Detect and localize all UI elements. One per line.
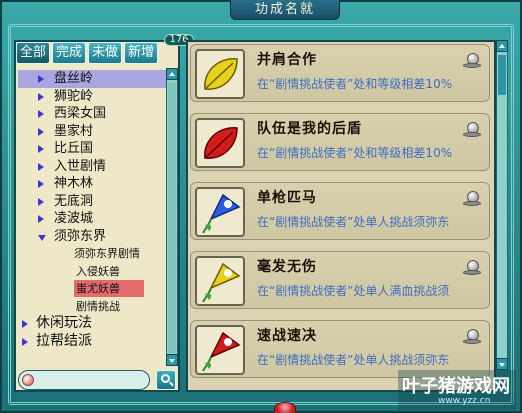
tree-item[interactable]: 拉帮结派 <box>18 333 168 351</box>
scroll-up-icon[interactable] <box>166 68 178 80</box>
morning-glory-icon <box>195 187 245 237</box>
achievement-desc: 在“剧情挑战使者”处和等级相差10% <box>257 77 453 91</box>
filter-tabs: 全部 完成 未做 新增 <box>16 42 159 64</box>
achievement-card[interactable]: 单枪匹马 在“剧情挑战使者”处单人挑战须弥东 <box>190 182 490 240</box>
achievement-desc: 在“剧情挑战使者”处和等级相差10% <box>257 146 453 160</box>
pin-icon[interactable] <box>463 122 481 140</box>
tree-item[interactable]: 凌波城 <box>18 210 168 228</box>
expand-right-icon <box>22 337 28 346</box>
watermark-title: 叶子猪游戏网 <box>402 376 510 397</box>
expand-right-icon <box>38 162 44 171</box>
achievement-desc: 在“剧情挑战使者”处单人满血挑战须 <box>257 284 450 298</box>
window-title: 功成名就 <box>230 0 340 20</box>
pearl-icon <box>22 374 34 386</box>
achievement-card[interactable]: 并肩合作 在“剧情挑战使者”处和等级相差10% <box>190 44 490 102</box>
expand-right-icon <box>38 110 44 118</box>
achievement-card[interactable]: 毫发无伤 在“剧情挑战使者”处单人满血挑战须 <box>190 251 490 309</box>
achievement-title: 速战速决 <box>257 328 317 344</box>
achievement-desc: 在“剧情挑战使者”处单人挑战须弥东 <box>257 215 450 229</box>
achievement-desc: 在“剧情挑战使者”处单人挑战须弥东 <box>257 353 450 367</box>
expand-right-icon <box>38 197 44 206</box>
pin-icon[interactable] <box>463 53 481 71</box>
tree-item[interactable]: 无底洞 <box>18 193 168 211</box>
expand-down-icon <box>38 234 46 241</box>
tree-item[interactable]: 西梁女国 <box>18 105 168 123</box>
tree-subitem[interactable]: 入侵妖兽 <box>18 263 168 281</box>
achievement-title: 单枪匹马 <box>257 190 317 206</box>
expand-right-icon <box>38 180 44 188</box>
tab-new[interactable]: 新增 <box>124 42 159 64</box>
achievement-title: 毫发无伤 <box>257 259 317 275</box>
category-tree: 盘丝岭 狮驼岭 西梁女国 墨家村 比丘国 入世剧情 神木林 无底洞 凌波城 须弥… <box>18 70 168 366</box>
tree-subitem[interactable]: 蚩尤妖兽 <box>18 280 168 298</box>
achievement-title: 并肩合作 <box>257 52 317 68</box>
expand-right-icon <box>22 320 28 328</box>
tab-all[interactable]: 全部 <box>16 42 51 64</box>
scroll-up-icon[interactable] <box>496 40 508 52</box>
achievement-title: 队伍是我的后盾 <box>257 121 362 137</box>
expand-right-icon <box>38 92 44 101</box>
tree-subitem[interactable]: 剧情挑战 <box>18 298 168 316</box>
tree-item[interactable]: 狮驼岭 <box>18 88 168 106</box>
scroll-thumb[interactable] <box>168 83 176 353</box>
tree-item[interactable]: 入世剧情 <box>18 158 168 176</box>
pin-icon[interactable] <box>463 329 481 347</box>
watermark-url: www.yzz.cn <box>438 396 491 406</box>
search-button[interactable] <box>156 370 176 390</box>
leaf-icon <box>195 49 245 99</box>
tree-item[interactable]: 休闲玩法 <box>18 315 168 333</box>
tree-item[interactable]: 盘丝岭 <box>18 70 168 88</box>
pin-icon[interactable] <box>463 260 481 278</box>
tree-subitem[interactable]: 须弥东界剧情 <box>18 245 168 263</box>
tab-not-done[interactable]: 未做 <box>88 42 123 64</box>
scroll-thumb[interactable] <box>498 55 506 95</box>
scroll-down-icon[interactable] <box>166 354 178 366</box>
achievement-scrollbar[interactable] <box>496 40 508 370</box>
morning-glory-icon <box>195 256 245 306</box>
tree-item[interactable]: 须弥东界 <box>18 228 168 246</box>
expand-right-icon <box>38 127 44 136</box>
expand-right-icon <box>38 215 44 223</box>
achievement-card[interactable]: 队伍是我的后盾 在“剧情挑战使者”处和等级相差10% <box>190 113 490 171</box>
site-watermark: 叶子猪游戏网 www.yzz.cn <box>398 370 516 410</box>
expand-right-icon <box>38 145 44 153</box>
gem-ornament-icon <box>274 402 296 413</box>
scroll-down-icon[interactable] <box>496 358 508 370</box>
search-input[interactable] <box>18 370 150 390</box>
category-scrollbar[interactable] <box>166 68 178 366</box>
tree-item[interactable]: 墨家村 <box>18 123 168 141</box>
tree-item[interactable]: 神木林 <box>18 175 168 193</box>
expand-right-icon <box>38 75 44 83</box>
tab-completed[interactable]: 完成 <box>52 42 87 64</box>
morning-glory-icon <box>195 325 245 375</box>
pin-icon[interactable] <box>463 191 481 209</box>
tree-item[interactable]: 比丘国 <box>18 140 168 158</box>
leaf-icon <box>195 118 245 168</box>
